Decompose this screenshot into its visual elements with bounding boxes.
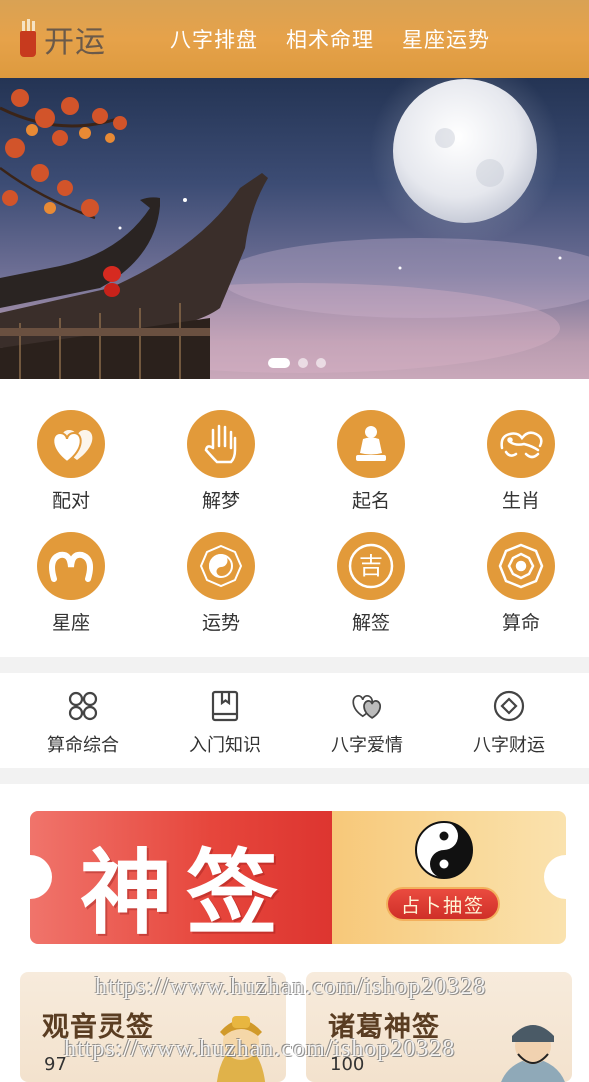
grid-item-interpret-sign[interactable]: 吉 解签: [311, 532, 431, 635]
quick-item-bazi-wealth[interactable]: 八字财运: [439, 689, 579, 757]
top-header: 开运 八字排盘 相术命理 星座运势: [0, 0, 589, 78]
grid-item-divination[interactable]: 算命: [461, 532, 581, 635]
fortune-cup-icon: [18, 19, 38, 59]
grid-label-fortune: 运势: [201, 612, 240, 634]
quick-label-bazi-wealth: 八字财运: [473, 735, 545, 756]
grid-label-naming: 起名: [351, 490, 390, 512]
logo-text: 开运: [44, 25, 106, 60]
ticket-notch-left: [8, 855, 52, 899]
four-circles-icon: [66, 689, 100, 723]
hand-icon: [187, 410, 255, 478]
quick-item-comprehensive[interactable]: 算命综合: [13, 689, 153, 757]
banner-image: [0, 78, 589, 379]
grid-label-dream: 解梦: [201, 490, 240, 512]
hearts-icon: [37, 410, 105, 478]
banner-carousel[interactable]: [0, 78, 589, 379]
nav-item-physiognomy[interactable]: 相术命理: [286, 24, 374, 54]
aries-icon: [37, 532, 105, 600]
grid-item-pairing[interactable]: 配对: [11, 410, 131, 513]
grid-label-divination: 算命: [501, 612, 540, 634]
grid-label-pairing: 配对: [51, 490, 90, 512]
ticket-title: 神签: [80, 839, 293, 947]
carousel-dot-3[interactable]: [316, 358, 326, 368]
quick-label-comprehensive: 算命综合: [47, 735, 119, 756]
grid-label-interpret-sign: 解签: [351, 612, 390, 634]
quick-item-bazi-love[interactable]: 八字爱情: [297, 689, 437, 757]
quick-label-basics: 入门知识: [189, 735, 261, 756]
carousel-dot-2[interactable]: [298, 358, 308, 368]
grid-item-constellation[interactable]: 星座: [11, 532, 131, 635]
app-logo[interactable]: 开运: [18, 17, 130, 61]
yinyang-icon: [415, 821, 473, 879]
nav-item-bazi[interactable]: 八字排盘: [170, 24, 258, 54]
quick-label-bazi-love: 八字爱情: [331, 735, 403, 756]
carousel-indicators: [268, 358, 334, 368]
grid-label-zodiac-animal: 生肖: [501, 490, 540, 512]
ticket-notch-right: [544, 855, 588, 899]
book-icon: [208, 689, 242, 723]
quick-links: 算命综合 入门知识 八字爱情 八字财运: [0, 673, 589, 768]
double-heart-icon: [350, 689, 384, 723]
grid-item-naming[interactable]: 起名: [311, 410, 431, 513]
grid-item-dream[interactable]: 解梦: [161, 410, 281, 513]
grid-item-zodiac-animal[interactable]: 生肖: [461, 410, 581, 513]
buddha-icon: [337, 410, 405, 478]
ji-character-icon: 吉: [337, 532, 405, 600]
nav-item-horoscope[interactable]: 星座运势: [402, 24, 490, 54]
section-divider-2: [0, 768, 589, 784]
svg-text:吉: 吉: [359, 552, 383, 580]
quick-item-basics[interactable]: 入门知识: [155, 689, 295, 757]
bagua-yinyang-icon: [187, 532, 255, 600]
draw-lot-button[interactable]: 占卜抽签: [386, 887, 500, 921]
zhuge-figure-icon: [501, 1025, 565, 1082]
zodiac-animal-icon: [487, 410, 555, 478]
carousel-dot-1[interactable]: [268, 358, 290, 368]
grid-item-fortune[interactable]: 运势: [161, 532, 281, 635]
watermark-2: https://www.huzhan.com/ishop20328: [64, 1036, 456, 1062]
bagua-icon: [487, 532, 555, 600]
section-divider: [0, 657, 589, 673]
grid-label-constellation: 星座: [51, 612, 90, 634]
divine-sign-banner[interactable]: 神签 占卜抽签: [8, 811, 588, 947]
diamond-circle-icon: [492, 689, 526, 723]
top-nav: 八字排盘 相术命理 星座运势: [170, 24, 518, 54]
watermark-1: https://www.huzhan.com/ishop20328: [95, 974, 487, 1000]
feature-grid: 配对 解梦 起名 生肖 星座 运势 吉 解签 算命: [0, 379, 589, 657]
